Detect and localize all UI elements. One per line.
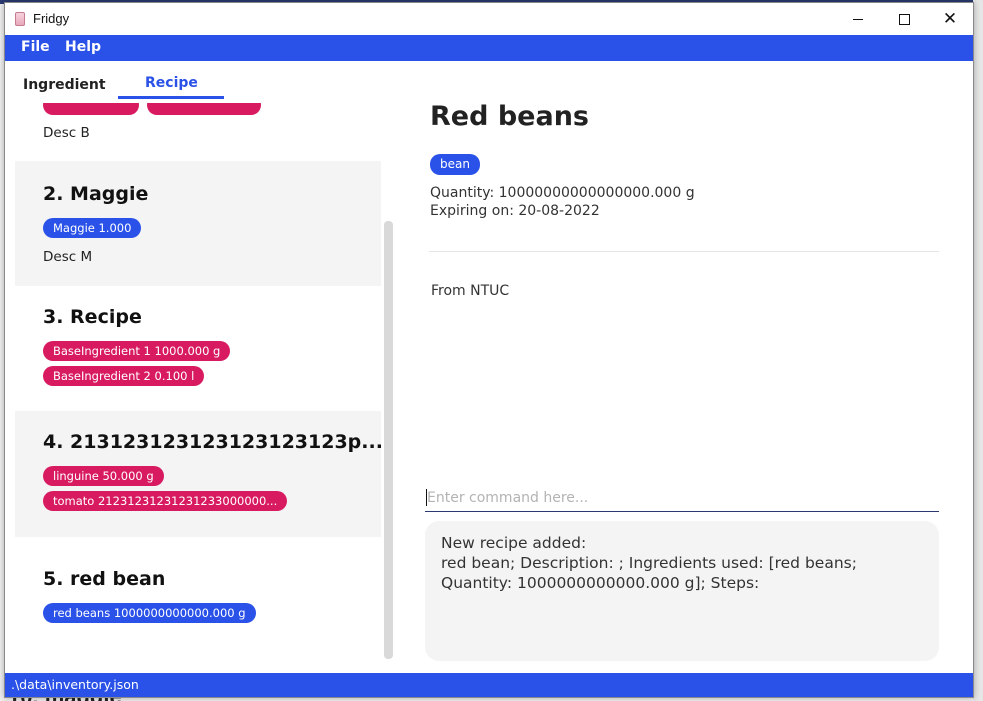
detail-divider [429, 251, 939, 252]
recipe-description: Desc B [43, 125, 90, 141]
menu-file[interactable]: File [21, 39, 50, 55]
result-line: New recipe added: [441, 534, 587, 552]
maximize-icon [898, 13, 910, 25]
background-window-edge [973, 0, 983, 701]
ingredient-name: Red beans [430, 101, 589, 132]
status-bar: .\data\inventory.json [5, 673, 973, 697]
minimize-icon [853, 18, 863, 20]
ingredient-expiry: Expiring on: 20-08-2022 [430, 203, 600, 219]
list-item[interactable]: 2. Maggie Maggie 1.000 Desc M [15, 161, 381, 286]
recipe-tag: linguine 50.000 g [43, 466, 164, 486]
recipe-tag: BaseIngredient 2 0.100 l [43, 366, 205, 386]
fridge-icon [15, 12, 25, 26]
text-cursor [426, 489, 427, 506]
ingredient-quantity: Quantity: 10000000000000000.000 g [430, 185, 695, 201]
recipe-tag: Maggie 1.000 [43, 218, 142, 238]
recipe-tag [43, 103, 139, 115]
minimize-button[interactable] [835, 3, 881, 35]
ingredient-tag: bean [430, 154, 480, 175]
close-button[interactable]: ✕ [927, 3, 973, 35]
recipe-title: 5. red bean [43, 568, 166, 590]
recipe-tag: red beans 1000000000000.000 g [43, 603, 256, 623]
menu-bar: File Help [5, 35, 973, 61]
list-scrollbar-thumb[interactable] [384, 221, 393, 659]
command-input[interactable] [425, 484, 939, 512]
result-line: Quantity: 1000000000000.000 g]; Steps: [441, 574, 760, 592]
ingredient-description: From NTUC [431, 283, 510, 299]
maximize-button[interactable] [881, 3, 927, 35]
list-item[interactable]: 3. Recipe BaseIngredient 1 1000.000 g Ba… [15, 286, 381, 411]
recipe-tag: BaseIngredient 1 1000.000 g [43, 341, 231, 361]
recipe-title: 3. Recipe [43, 306, 142, 328]
recipe-description: Desc M [43, 249, 93, 265]
tab-selected-indicator [118, 96, 224, 99]
status-file-path: .\data\inventory.json [11, 677, 139, 692]
tab-ingredient[interactable]: Ingredient [23, 77, 106, 93]
title-bar[interactable]: Fridgy ✕ [5, 3, 973, 35]
recipe-tag: tomato 21231231231231233000000... [43, 491, 288, 511]
recipe-tag [147, 103, 261, 115]
result-display: New recipe added: red bean; Description:… [425, 521, 939, 661]
recipe-title: 2. Maggie [43, 183, 149, 205]
recipe-title: 4. 213123123123123123123p... [43, 431, 381, 453]
recipe-list[interactable]: Desc B 2. Maggie Maggie 1.000 Desc M 3. … [15, 103, 381, 671]
list-item[interactable]: 4. 213123123123123123123p... linguine 50… [15, 411, 381, 537]
window-title: Fridgy [33, 11, 70, 26]
fridgy-window: Fridgy ✕ File Help Ingredient Recipe Des… [4, 2, 974, 698]
list-item[interactable]: 5. red bean red beans 1000000000000.000 … [15, 537, 381, 671]
result-line: red bean; Description: ; Ingredients use… [441, 554, 857, 572]
menu-help[interactable]: Help [65, 39, 101, 55]
close-icon: ✕ [942, 9, 958, 29]
tab-recipe[interactable]: Recipe [145, 75, 198, 91]
